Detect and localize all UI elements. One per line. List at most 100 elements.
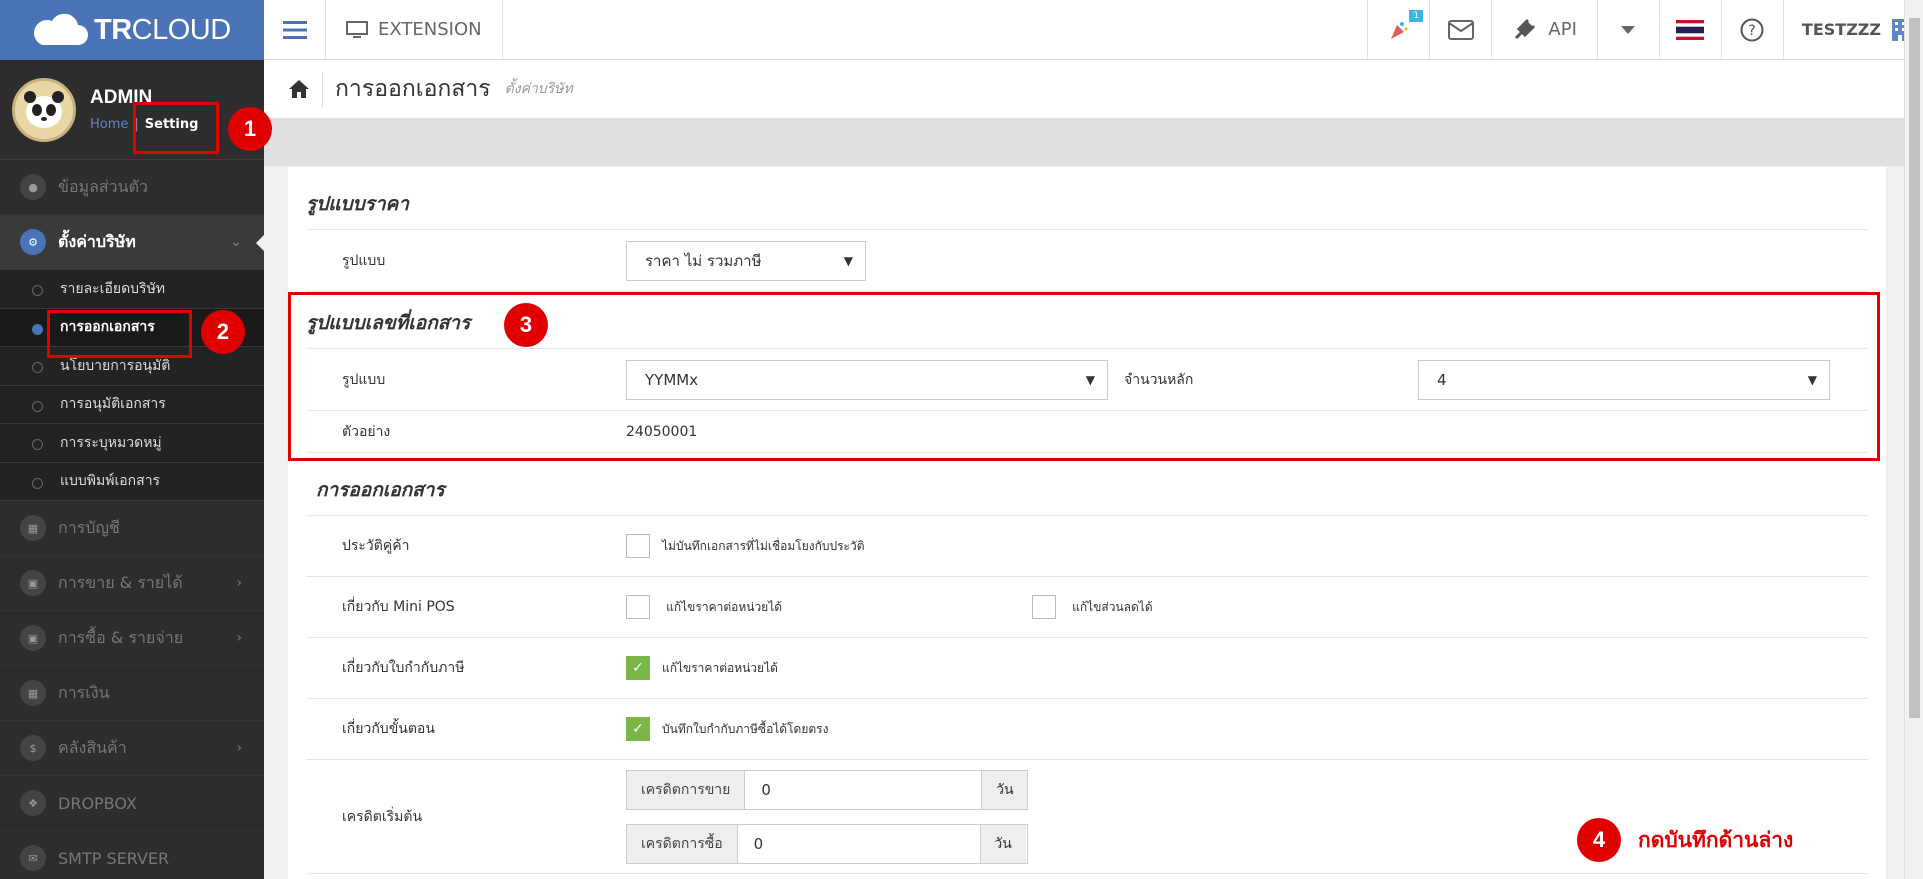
- top-bar: TRCLOUD EXTENSION 1 API ? TESTZZZ: [0, 0, 1923, 60]
- sidebar-subitem-company-details[interactable]: รายละเอียดบริษัท: [0, 270, 264, 309]
- sidebar-item-label: การขาย & รายได้: [58, 572, 183, 592]
- chevron-down-icon: ⌄: [230, 234, 242, 250]
- chevron-down-icon: ▼: [843, 253, 853, 268]
- sidebar-item-dropbox[interactable]: ❖ DROPBOX: [0, 776, 264, 831]
- panda-icon: [24, 90, 64, 128]
- sidebar-item-label: ข้อมูลส่วนตัว: [58, 176, 148, 196]
- avatar[interactable]: [12, 77, 76, 142]
- tax-invoice-checkbox[interactable]: ✓: [626, 656, 650, 680]
- svg-text:?: ?: [1749, 23, 1756, 39]
- tax-invoice-label: เกี่ยวกับใบกำกับภาษี: [342, 660, 465, 676]
- sidebar-item-label: การบัญชี: [58, 517, 120, 537]
- api-button[interactable]: API: [1492, 0, 1598, 59]
- annotation-marker-4: 4: [1577, 818, 1621, 862]
- sidebar-subitem-label: การระบุหมวดหมู่: [60, 434, 162, 451]
- sidebar-item-sales[interactable]: ▣ การขาย & รายได้ ›: [0, 556, 264, 611]
- book-icon: ▦: [20, 515, 46, 541]
- sidebar-item-purchases[interactable]: ▣ การซื้อ & รายจ่าย ›: [0, 611, 264, 666]
- cart-icon: ▣: [20, 570, 46, 596]
- sidebar-item-label: SMTP SERVER: [58, 848, 170, 868]
- default-credit-label: เครดิตเริ่มต้น: [342, 808, 423, 825]
- price-format-select[interactable]: ราคา ไม่ รวมภาษี ▼: [626, 240, 866, 281]
- sidebar-item-profile[interactable]: ● ข้อมูลส่วนตัว: [0, 160, 264, 215]
- breadcrumb: การออกเอกสาร ตั้งค่าบริษัท: [264, 60, 1904, 118]
- extension-button[interactable]: EXTENSION: [326, 0, 503, 59]
- sale-credit-input[interactable]: 0: [745, 771, 981, 809]
- page-scrollbar[interactable]: [1904, 0, 1923, 879]
- home-link[interactable]: Home: [90, 117, 128, 132]
- language-button[interactable]: [1660, 0, 1722, 59]
- party-icon: [1390, 21, 1408, 39]
- home-icon[interactable]: [288, 78, 310, 100]
- mail-button[interactable]: [1430, 0, 1493, 59]
- mail-icon: [1447, 19, 1474, 40]
- sidebar-item-company-settings[interactable]: ⚙ ตั้งค่าบริษัท ⌄: [0, 215, 264, 270]
- monitor-icon: [346, 20, 368, 38]
- workflow-checkbox[interactable]: ✓: [626, 717, 650, 741]
- workflow-label: เกี่ยวกับขั้นตอน: [342, 721, 435, 737]
- mini-pos-price-checkbox[interactable]: [626, 595, 650, 619]
- sidebar-subitem-label: แบบพิมพ์เอกสาร: [60, 473, 161, 490]
- chevron-right-icon: ›: [236, 575, 242, 591]
- partner-history-checkbox[interactable]: [626, 534, 650, 558]
- dropbox-icon: ❖: [20, 790, 46, 816]
- chevron-right-icon: ›: [236, 740, 242, 756]
- price-format-value: ราคา ไม่ รวมภาษี: [645, 251, 762, 270]
- mini-pos-discount-checkbox[interactable]: [1032, 595, 1056, 619]
- mini-pos-row: เกี่ยวกับ Mini POS แก้ไขราคาต่อหน่วยได้ …: [306, 577, 1868, 638]
- caret-down-icon: [1621, 25, 1636, 34]
- sidebar-item-accounting[interactable]: ▦ การบัญชี: [0, 501, 264, 556]
- brand-name: TRCLOUD: [94, 13, 231, 46]
- sale-credit-label: เครดิตการขาย: [627, 770, 746, 809]
- cart-icon: ▣: [20, 625, 46, 651]
- company-label: TESTZZZ: [1801, 20, 1881, 39]
- sidebar-item-label: การซื้อ & รายจ่าย: [58, 627, 184, 647]
- profile-panel: ADMIN Home | Setting: [0, 60, 264, 160]
- purchase-credit-label: เครดิตการซื้อ: [627, 824, 738, 863]
- sidebar-item-label: ตั้งค่าบริษัท: [58, 231, 136, 251]
- tax-invoice-option: แก้ไขราคาต่อหน่วยได้: [662, 660, 778, 675]
- scrollbar-thumb[interactable]: [1909, 18, 1920, 718]
- sidebar-subitem-categories[interactable]: การระบุหมวดหมู่: [0, 424, 264, 463]
- sidebar-item-label: การเงิน: [58, 682, 110, 702]
- sidebar-subitem-print-templates[interactable]: แบบพิมพ์เอกสาร: [0, 462, 264, 501]
- company-menu[interactable]: TESTZZZ: [1784, 0, 1923, 59]
- main-content: การออกเอกสาร ตั้งค่าบริษัท รูปแบบราคา รู…: [264, 60, 1904, 879]
- announcement-button[interactable]: 1: [1368, 0, 1431, 59]
- sale-credit-unit: วัน: [981, 770, 1028, 809]
- sidebar-subitem-label: การอนุมัติเอกสาร: [60, 396, 166, 413]
- dropdown-button[interactable]: [1598, 0, 1660, 59]
- dollar-icon: $: [20, 735, 46, 761]
- sidebar-item-label: DROPBOX: [58, 793, 137, 813]
- user-icon: ●: [20, 174, 46, 200]
- sidebar: ADMIN Home | Setting ● ข้อมูลส่วนตัว ⚙ ตั้…: [0, 60, 264, 879]
- menu-toggle-button[interactable]: [264, 0, 326, 59]
- question-icon: ?: [1740, 18, 1764, 41]
- mini-pos-label: เกี่ยวกับ Mini POS: [342, 599, 455, 615]
- help-button[interactable]: ?: [1722, 0, 1784, 59]
- sidebar-subitem-document-approval[interactable]: การอนุมัติเอกสาร: [0, 385, 264, 424]
- sidebar-item-finance[interactable]: ▦ การเงิน: [0, 666, 264, 721]
- partner-history-label: ประวัติคู่ค้า: [342, 538, 410, 554]
- hamburger-icon: [282, 20, 307, 39]
- purchase-credit-group: เครดิตการซื้อ 0 วัน: [626, 823, 1029, 864]
- plug-icon: [1515, 18, 1536, 39]
- tax-invoice-row: เกี่ยวกับใบกำกับภาษี ✓ แก้ไขราคาต่อหน่วย…: [306, 638, 1868, 699]
- notification-badge: 1: [1409, 10, 1424, 22]
- sale-credit-group: เครดิตการขาย 0 วัน: [626, 769, 1029, 810]
- workflow-option: บันทึกใบกำกับภาษีซื้อได้โดยตรง: [662, 721, 829, 736]
- partner-history-option: ไม่บันทึกเอกสารที่ไม่เชื่อมโยงกับประวัติ: [662, 538, 865, 553]
- annotation-box-setting: [133, 102, 219, 154]
- price-format-label: รูปแบบ: [342, 252, 386, 269]
- logo[interactable]: TRCLOUD: [0, 0, 264, 60]
- envelope-icon: ✉: [20, 845, 46, 871]
- price-format-title: รูปแบบราคา: [306, 167, 1868, 230]
- thai-flag-icon: [1676, 19, 1705, 40]
- price-format-row: รูปแบบ ราคา ไม่ รวมภาษี ▼: [306, 230, 1868, 292]
- extension-label: EXTENSION: [378, 19, 482, 40]
- sidebar-item-inventory[interactable]: $ คลังสินค้า ›: [0, 721, 264, 776]
- sidebar-item-smtp[interactable]: ✉ SMTP SERVER: [0, 831, 264, 879]
- calendar-icon: ▦: [20, 680, 46, 706]
- purchase-credit-input[interactable]: 0: [738, 825, 980, 863]
- annotation-box-document-issuing: [47, 310, 192, 358]
